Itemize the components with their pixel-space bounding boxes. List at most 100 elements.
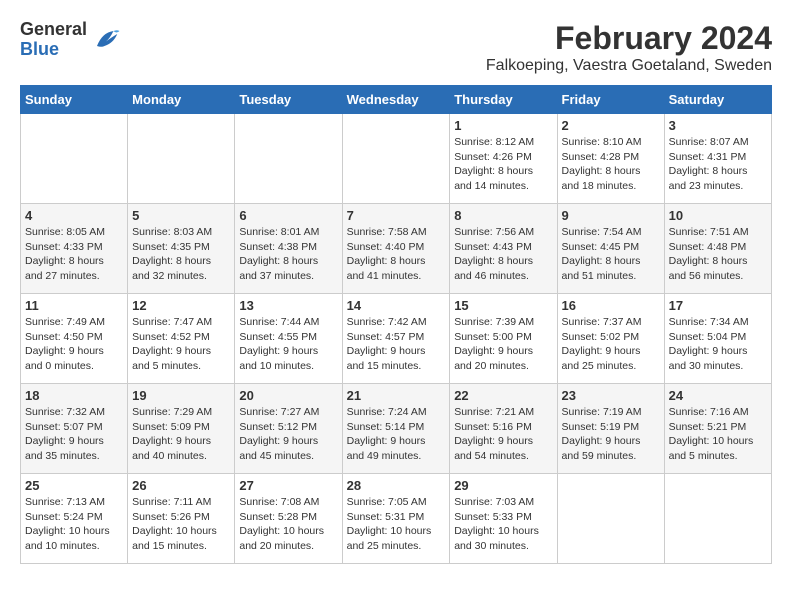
day-number: 8 [454, 208, 552, 223]
calendar-cell: 11 Sunrise: 7:49 AMSunset: 4:50 PMDayligh… [21, 294, 128, 384]
day-number: 17 [669, 298, 767, 313]
calendar-cell: 20 Sunrise: 7:27 AMSunset: 5:12 PMDayligh… [235, 384, 342, 474]
calendar-cell: 13 Sunrise: 7:44 AMSunset: 4:55 PMDayligh… [235, 294, 342, 384]
calendar-week-1: 1 Sunrise: 8:12 AMSunset: 4:26 PMDaylight… [21, 114, 772, 204]
calendar-cell: 6 Sunrise: 8:01 AMSunset: 4:38 PMDaylight… [235, 204, 342, 294]
calendar-cell: 15 Sunrise: 7:39 AMSunset: 5:00 PMDayligh… [450, 294, 557, 384]
calendar-cell [342, 114, 450, 204]
calendar-cell: 26 Sunrise: 7:11 AMSunset: 5:26 PMDayligh… [128, 474, 235, 564]
day-number: 20 [239, 388, 337, 403]
day-info: Sunrise: 7:37 AMSunset: 5:02 PMDaylight:… [562, 315, 660, 374]
calendar-header-row: SundayMondayTuesdayWednesdayThursdayFrid… [21, 86, 772, 114]
day-info: Sunrise: 8:01 AMSunset: 4:38 PMDaylight:… [239, 225, 337, 284]
page-container: General Blue February 2024 Falkoeping, V… [20, 20, 772, 564]
weekday-header-friday: Friday [557, 86, 664, 114]
day-info: Sunrise: 7:08 AMSunset: 5:28 PMDaylight:… [239, 495, 337, 554]
weekday-header-sunday: Sunday [21, 86, 128, 114]
calendar-week-4: 18Sunrise: 7:32 AMSunset: 5:07 PMDayligh… [21, 384, 772, 474]
day-info: Sunrise: 7:24 AMSunset: 5:14 PMDaylight:… [347, 405, 446, 464]
calendar-cell [557, 474, 664, 564]
day-number: 26 [132, 478, 230, 493]
calendar-cell: 1 Sunrise: 8:12 AMSunset: 4:26 PMDaylight… [450, 114, 557, 204]
day-info: Sunrise: 8:05 AMSunset: 4:33 PMDaylight:… [25, 225, 123, 284]
day-number: 19 [132, 388, 230, 403]
day-info: Sunrise: 7:39 AMSunset: 5:00 PMDaylight:… [454, 315, 552, 374]
day-info: Sunrise: 7:47 AMSunset: 4:52 PMDaylight:… [132, 315, 230, 374]
calendar-cell: 16 Sunrise: 7:37 AMSunset: 5:02 PMDayligh… [557, 294, 664, 384]
weekday-header-monday: Monday [128, 86, 235, 114]
day-number: 10 [669, 208, 767, 223]
day-number: 6 [239, 208, 337, 223]
day-number: 5 [132, 208, 230, 223]
day-number: 25 [25, 478, 123, 493]
logo: General Blue [20, 20, 121, 60]
day-number: 3 [669, 118, 767, 133]
calendar-cell: 23Sunrise: 7:19 AMSunset: 5:19 PMDayligh… [557, 384, 664, 474]
day-number: 24 [669, 388, 767, 403]
day-number: 29 [454, 478, 552, 493]
day-number: 13 [239, 298, 337, 313]
calendar-cell: 21 Sunrise: 7:24 AMSunset: 5:14 PMDayligh… [342, 384, 450, 474]
day-number: 15 [454, 298, 552, 313]
day-info: Sunrise: 7:42 AMSunset: 4:57 PMDaylight:… [347, 315, 446, 374]
calendar-week-3: 11 Sunrise: 7:49 AMSunset: 4:50 PMDayligh… [21, 294, 772, 384]
day-info: Sunrise: 7:13 AMSunset: 5:24 PMDaylight:… [25, 495, 123, 554]
calendar-week-5: 25 Sunrise: 7:13 AMSunset: 5:24 PMDayligh… [21, 474, 772, 564]
day-info: Sunrise: 7:51 AMSunset: 4:48 PMDaylight:… [669, 225, 767, 284]
weekday-header-wednesday: Wednesday [342, 86, 450, 114]
calendar-cell: 17 Sunrise: 7:34 AMSunset: 5:04 PMDayligh… [664, 294, 771, 384]
day-number: 14 [347, 298, 446, 313]
day-info: Sunrise: 8:03 AMSunset: 4:35 PMDaylight:… [132, 225, 230, 284]
subtitle: Falkoeping, Vaestra Goetaland, Sweden [486, 57, 772, 75]
calendar-week-2: 4 Sunrise: 8:05 AMSunset: 4:33 PMDaylight… [21, 204, 772, 294]
title-section: February 2024 Falkoeping, Vaestra Goetal… [486, 20, 772, 75]
calendar-cell: 22 Sunrise: 7:21 AMSunset: 5:16 PMDayligh… [450, 384, 557, 474]
day-number: 7 [347, 208, 446, 223]
day-info: Sunrise: 7:58 AMSunset: 4:40 PMDaylight:… [347, 225, 446, 284]
calendar-cell: 25 Sunrise: 7:13 AMSunset: 5:24 PMDayligh… [21, 474, 128, 564]
logo-text-block: General Blue [20, 20, 121, 60]
day-number: 22 [454, 388, 552, 403]
day-number: 1 [454, 118, 552, 133]
calendar-cell: 10 Sunrise: 7:51 AMSunset: 4:48 PMDayligh… [664, 204, 771, 294]
day-info: Sunrise: 7:05 AMSunset: 5:31 PMDaylight:… [347, 495, 446, 554]
calendar-cell: 27 Sunrise: 7:08 AMSunset: 5:28 PMDayligh… [235, 474, 342, 564]
day-info: Sunrise: 7:56 AMSunset: 4:43 PMDaylight:… [454, 225, 552, 284]
day-info: Sunrise: 8:12 AMSunset: 4:26 PMDaylight:… [454, 135, 552, 194]
day-info: Sunrise: 7:54 AMSunset: 4:45 PMDaylight:… [562, 225, 660, 284]
calendar-cell: 18Sunrise: 7:32 AMSunset: 5:07 PMDayligh… [21, 384, 128, 474]
day-number: 21 [347, 388, 446, 403]
calendar-table: SundayMondayTuesdayWednesdayThursdayFrid… [20, 85, 772, 564]
day-info: Sunrise: 7:03 AMSunset: 5:33 PMDaylight:… [454, 495, 552, 554]
day-number: 12 [132, 298, 230, 313]
calendar-cell: 9Sunrise: 7:54 AMSunset: 4:45 PMDaylight… [557, 204, 664, 294]
day-info: Sunrise: 7:29 AMSunset: 5:09 PMDaylight:… [132, 405, 230, 464]
day-number: 23 [562, 388, 660, 403]
day-number: 16 [562, 298, 660, 313]
calendar-cell: 2Sunrise: 8:10 AMSunset: 4:28 PMDaylight… [557, 114, 664, 204]
calendar-cell [128, 114, 235, 204]
calendar-cell [21, 114, 128, 204]
day-info: Sunrise: 7:27 AMSunset: 5:12 PMDaylight:… [239, 405, 337, 464]
day-number: 11 [25, 298, 123, 313]
logo-bird-icon [91, 25, 121, 55]
day-info: Sunrise: 7:44 AMSunset: 4:55 PMDaylight:… [239, 315, 337, 374]
calendar-cell: 5 Sunrise: 8:03 AMSunset: 4:35 PMDaylight… [128, 204, 235, 294]
day-info: Sunrise: 8:07 AMSunset: 4:31 PMDaylight:… [669, 135, 767, 194]
main-title: February 2024 [486, 20, 772, 57]
day-info: Sunrise: 7:11 AMSunset: 5:26 PMDaylight:… [132, 495, 230, 554]
logo-line2: Blue [20, 39, 59, 59]
logo-line1: General [20, 19, 87, 39]
calendar-cell: 29 Sunrise: 7:03 AMSunset: 5:33 PMDayligh… [450, 474, 557, 564]
day-info: Sunrise: 7:21 AMSunset: 5:16 PMDaylight:… [454, 405, 552, 464]
weekday-header-saturday: Saturday [664, 86, 771, 114]
day-info: Sunrise: 7:49 AMSunset: 4:50 PMDaylight:… [25, 315, 123, 374]
day-number: 4 [25, 208, 123, 223]
calendar-cell [664, 474, 771, 564]
day-number: 27 [239, 478, 337, 493]
day-number: 2 [562, 118, 660, 133]
calendar-cell: 3 Sunrise: 8:07 AMSunset: 4:31 PMDaylight… [664, 114, 771, 204]
calendar-cell: 4 Sunrise: 8:05 AMSunset: 4:33 PMDaylight… [21, 204, 128, 294]
day-info: Sunrise: 7:34 AMSunset: 5:04 PMDaylight:… [669, 315, 767, 374]
day-number: 28 [347, 478, 446, 493]
